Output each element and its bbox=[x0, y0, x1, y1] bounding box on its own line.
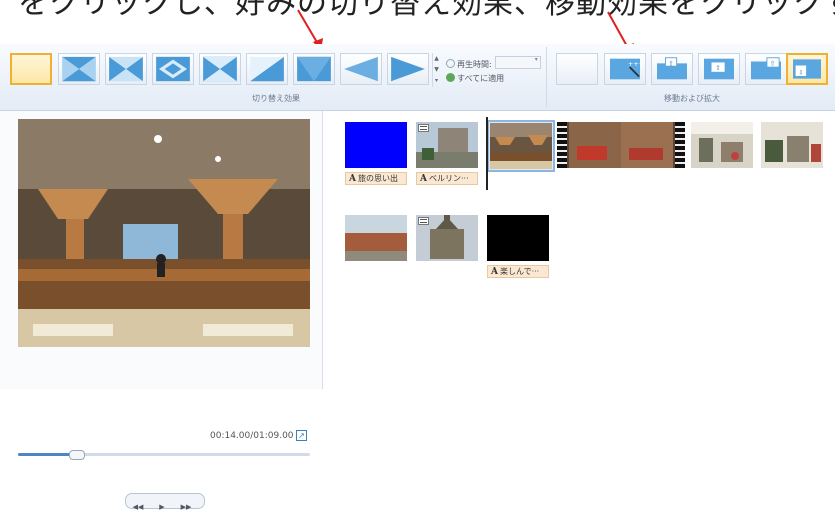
transition-diagonal-button[interactable] bbox=[246, 53, 288, 85]
clip-photo-lobby-selected[interactable] bbox=[487, 120, 555, 172]
previous-frame-icon[interactable]: ◀◀ bbox=[126, 501, 150, 513]
duration-row: 再生時間: ▾ bbox=[446, 56, 541, 70]
insertion-cursor bbox=[486, 117, 488, 190]
text-icon: A bbox=[420, 174, 427, 184]
storyboard: A 旅の思い出 A ベルリン··· A 楽しんで··· bbox=[323, 111, 835, 389]
seek-bar[interactable] bbox=[18, 450, 310, 460]
fullscreen-icon[interactable]: ↗ bbox=[296, 430, 307, 441]
caption-clip2[interactable]: A ベルリン··· bbox=[416, 172, 478, 185]
preview-image bbox=[18, 119, 310, 347]
motion-group-label: 移動および拡大 bbox=[664, 94, 720, 103]
transition-wedge-down-button[interactable] bbox=[293, 53, 335, 85]
filmstrip-right-icon bbox=[675, 122, 685, 168]
motion-zoom-up-button[interactable]: ⇧ bbox=[698, 53, 740, 85]
clip-photo-garden[interactable] bbox=[761, 122, 823, 168]
caption-clip1[interactable]: A 旅の思い出 bbox=[345, 172, 407, 185]
motion-pan-up-button[interactable]: ⇧ bbox=[651, 53, 693, 85]
transitions-group-label: 切り替え効果 bbox=[252, 94, 300, 103]
motion-pan-down-button[interactable]: ⇩ bbox=[786, 53, 828, 85]
apply-all-icon bbox=[446, 73, 455, 82]
clip-photo-red-building[interactable] bbox=[345, 215, 407, 261]
transition-bowtie-button[interactable] bbox=[105, 53, 147, 85]
caption-clip3[interactable]: A 楽しんで··· bbox=[487, 265, 549, 278]
clock-icon bbox=[446, 59, 455, 68]
caption-clip1-text: 旅の思い出 bbox=[357, 174, 398, 183]
text-icon: A bbox=[349, 174, 356, 184]
clip-photo-atrium[interactable] bbox=[691, 122, 753, 168]
transition-wedge-right-button[interactable] bbox=[387, 53, 429, 85]
motion-none-button[interactable] bbox=[556, 53, 598, 85]
transition-x-button[interactable] bbox=[199, 53, 241, 85]
instruction-text: をクリックし、好みの切り替え効果、移動効果をクリックする。 bbox=[18, 0, 835, 21]
motion-group: +++ ⇧ ⇧ ⇧ ⇩ 移動および拡大 bbox=[552, 47, 832, 107]
duration-label: 再生時間: bbox=[457, 60, 492, 69]
svg-text:⇩: ⇩ bbox=[798, 69, 803, 76]
transition-none-button[interactable] bbox=[10, 53, 52, 85]
dropdown-arrow-icon: ▾ bbox=[534, 56, 538, 63]
text-icon: A bbox=[491, 267, 498, 277]
svg-text:⇧: ⇧ bbox=[770, 59, 776, 67]
duration-select[interactable]: ▾ bbox=[494, 56, 541, 69]
transition-diamond-button[interactable] bbox=[152, 53, 194, 85]
caption-clip3-text: 楽しんで··· bbox=[499, 267, 540, 276]
svg-text:⇧: ⇧ bbox=[668, 59, 674, 67]
transition-wedge-left-button[interactable] bbox=[340, 53, 382, 85]
motion-automatic-button[interactable]: +++ bbox=[604, 53, 646, 85]
transition-cross-button[interactable] bbox=[58, 53, 100, 85]
filmstrip-left-icon bbox=[557, 122, 567, 168]
next-frame-icon[interactable]: ▶▶ bbox=[174, 501, 198, 513]
svg-text:⇧: ⇧ bbox=[715, 64, 721, 72]
clip-photo-building[interactable] bbox=[416, 122, 478, 168]
instruction-banner: をクリックし、好みの切り替え効果、移動効果をクリックする。 bbox=[0, 0, 835, 40]
seek-progress bbox=[18, 453, 77, 456]
ribbon: ▲ ▼ ▾ 再生時間: ▾ すべてに適用 切り替え効果 +++ ⇧ ⇧ ⇧ ⇩ 移… bbox=[0, 44, 835, 111]
playback-controls: ◀◀ ▶ ▶▶ bbox=[125, 493, 205, 511]
clip-photo-cathedral[interactable] bbox=[416, 215, 478, 261]
seek-thumb[interactable] bbox=[69, 450, 86, 460]
apply-all-button[interactable]: すべてに適用 bbox=[446, 73, 504, 84]
photo-badge-icon bbox=[418, 217, 429, 225]
transitions-group: ▲ ▼ ▾ 再生時間: ▾ すべてに適用 切り替え効果 bbox=[6, 47, 547, 107]
play-icon[interactable]: ▶ bbox=[150, 501, 174, 513]
clip-title-black[interactable] bbox=[487, 215, 549, 261]
caption-clip2-text: ベルリン··· bbox=[428, 174, 469, 183]
motion-pan-right-button[interactable]: ⇧ bbox=[745, 53, 787, 85]
photo-badge-icon bbox=[418, 124, 429, 132]
chevron-up-icon[interactable]: ▲ bbox=[433, 53, 440, 64]
transitions-gallery-scroll[interactable]: ▲ ▼ ▾ bbox=[432, 53, 440, 87]
apply-all-label: すべてに適用 bbox=[457, 74, 505, 83]
clip-title-blue[interactable] bbox=[345, 122, 407, 168]
preview-pane: 00:14.00/01:09.00 ↗ ◀◀ ▶ ▶▶ bbox=[0, 111, 323, 511]
playback-time: 00:14.00/01:09.00 bbox=[210, 431, 294, 441]
chevron-down-icon[interactable]: ▼ bbox=[433, 64, 440, 75]
more-icon[interactable]: ▾ bbox=[433, 75, 440, 86]
clip-video-lobby[interactable] bbox=[557, 122, 685, 168]
